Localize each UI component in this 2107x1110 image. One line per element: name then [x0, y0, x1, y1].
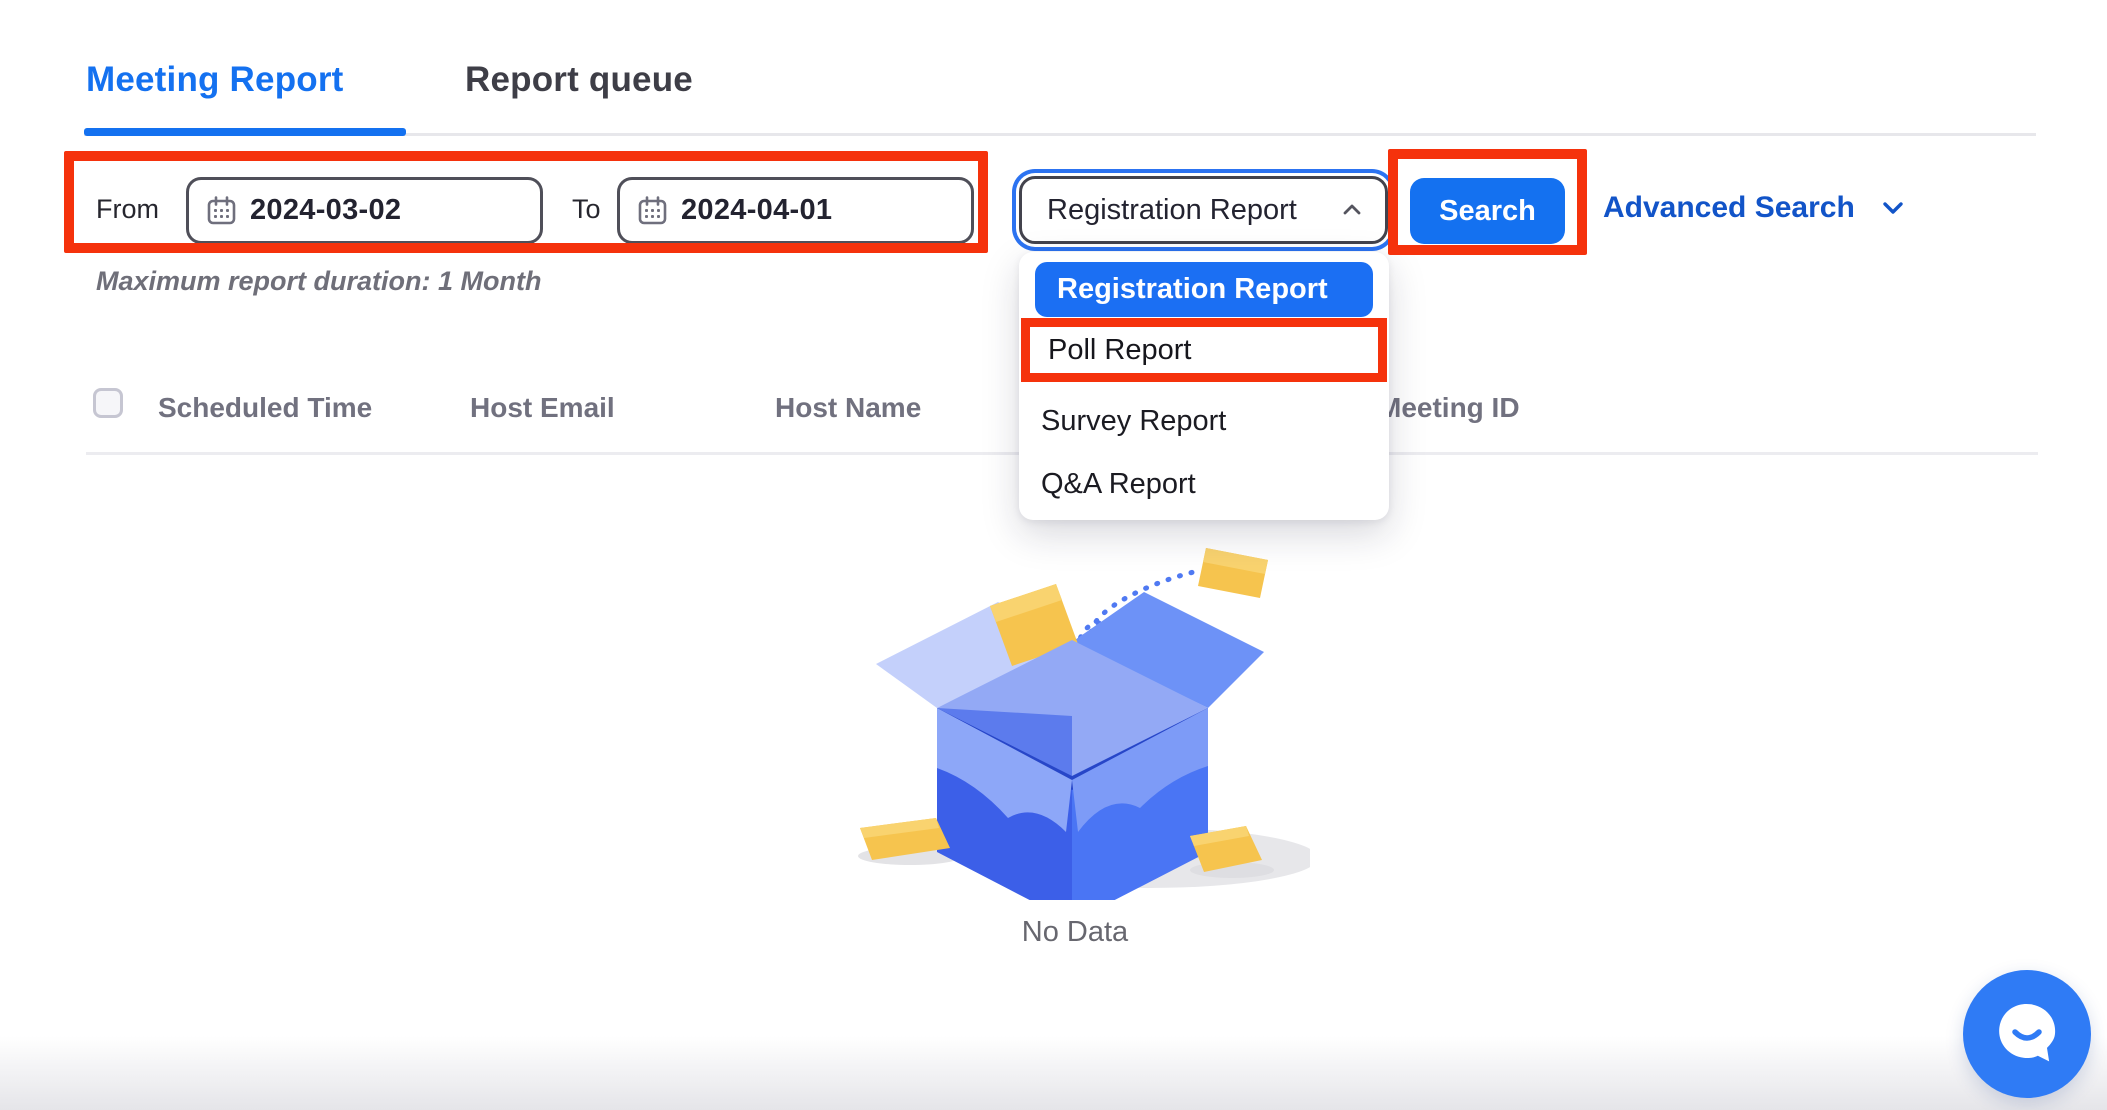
report-type-selected-value: Registration Report [1047, 194, 1297, 227]
annotation-box-poll-report: Poll Report [1021, 318, 1387, 382]
column-header-scheduled-time[interactable]: Scheduled Time [158, 392, 372, 424]
to-label: To [572, 194, 601, 225]
calendar-icon [206, 195, 237, 226]
empty-box-illustration [840, 540, 1310, 905]
advanced-search-toggle[interactable]: Advanced Search [1603, 191, 1907, 225]
option-qa-report[interactable]: Q&A Report [1041, 468, 1196, 501]
chat-support-button[interactable] [1963, 970, 2091, 1098]
page-bottom-fade [0, 1036, 2107, 1110]
chat-bubble-icon [1991, 996, 2063, 1073]
no-data-label: No Data [875, 916, 1275, 949]
to-date-value: 2024-04-01 [681, 194, 832, 227]
from-date-input[interactable]: 2024-03-02 [186, 177, 543, 244]
active-tab-underline [84, 128, 406, 136]
max-duration-hint: Maximum report duration: 1 Month [96, 266, 542, 297]
option-survey-report[interactable]: Survey Report [1041, 405, 1226, 438]
tab-meeting-report[interactable]: Meeting Report [86, 60, 344, 100]
option-poll-report[interactable]: Poll Report [1030, 334, 1191, 367]
column-header-meeting-id[interactable]: Meeting ID [1378, 392, 1520, 424]
to-date-input[interactable]: 2024-04-01 [617, 177, 974, 244]
column-header-host-name[interactable]: Host Name [775, 392, 921, 424]
report-type-select[interactable]: Registration Report [1019, 176, 1388, 244]
from-label: From [96, 194, 159, 225]
from-date-value: 2024-03-02 [250, 194, 401, 227]
search-button[interactable]: Search [1410, 178, 1565, 244]
tab-report-queue[interactable]: Report queue [465, 60, 693, 100]
calendar-icon [637, 195, 668, 226]
select-all-checkbox[interactable] [93, 388, 123, 418]
advanced-search-label: Advanced Search [1603, 191, 1855, 225]
chevron-up-icon [1339, 197, 1365, 223]
chevron-down-icon [1879, 194, 1907, 222]
meeting-report-page: Meeting Report Report queue From 2024-03… [0, 0, 2107, 1110]
option-registration-report[interactable]: Registration Report [1035, 262, 1373, 317]
column-header-host-email[interactable]: Host Email [470, 392, 615, 424]
